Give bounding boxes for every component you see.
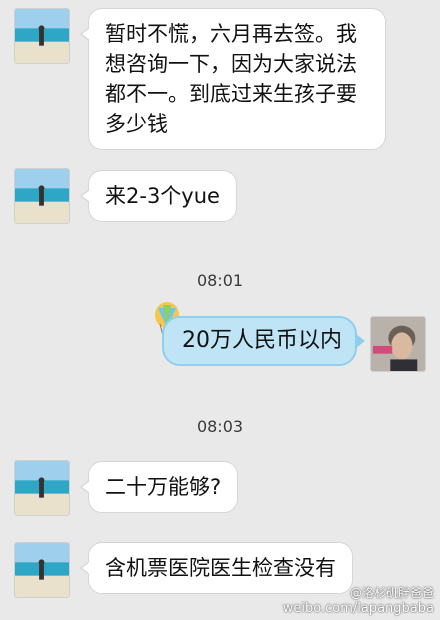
portrait-photo-icon bbox=[371, 317, 425, 371]
contact-avatar[interactable] bbox=[14, 168, 70, 224]
sent-message-bubble[interactable]: 20万人民币以内 bbox=[162, 316, 365, 366]
message-text: 二十万能够? bbox=[105, 475, 222, 499]
beach-photo-icon bbox=[15, 461, 69, 515]
my-avatar[interactable] bbox=[370, 316, 426, 372]
weibo-handle: @洛杉矶胖爸爸 bbox=[349, 586, 434, 600]
message-text: 来2-3个yue bbox=[105, 184, 220, 208]
contact-avatar[interactable] bbox=[14, 460, 70, 516]
beach-photo-icon bbox=[15, 169, 69, 223]
weibo-url: weibo.com/lapangbaba bbox=[282, 601, 434, 616]
timestamp: 08:01 bbox=[196, 271, 244, 290]
message-bubble[interactable]: 来2-3个yue bbox=[80, 170, 237, 222]
contact-avatar[interactable] bbox=[14, 8, 70, 64]
message-text: 暂时不慌，六月再去签。我想咨询一下，因为大家说法都不一。到底过来生孩子要多少钱 bbox=[105, 22, 357, 136]
sent-message-text: 20万人民币以内 bbox=[182, 328, 342, 353]
message-text: 含机票医院医生检查没有 bbox=[105, 556, 336, 580]
beach-photo-icon bbox=[15, 543, 69, 597]
timestamp: 08:03 bbox=[196, 417, 244, 436]
contact-avatar[interactable] bbox=[14, 542, 70, 598]
weibo-watermark: @洛杉矶胖爸爸 weibo.com/lapangbaba bbox=[283, 584, 434, 616]
message-bubble[interactable]: 二十万能够? bbox=[79, 461, 239, 513]
beach-photo-icon bbox=[15, 9, 69, 63]
message-bubble[interactable]: 暂时不慌，六月再去签。我想咨询一下，因为大家说法都不一。到底过来生孩子要多少钱 bbox=[80, 8, 386, 150]
